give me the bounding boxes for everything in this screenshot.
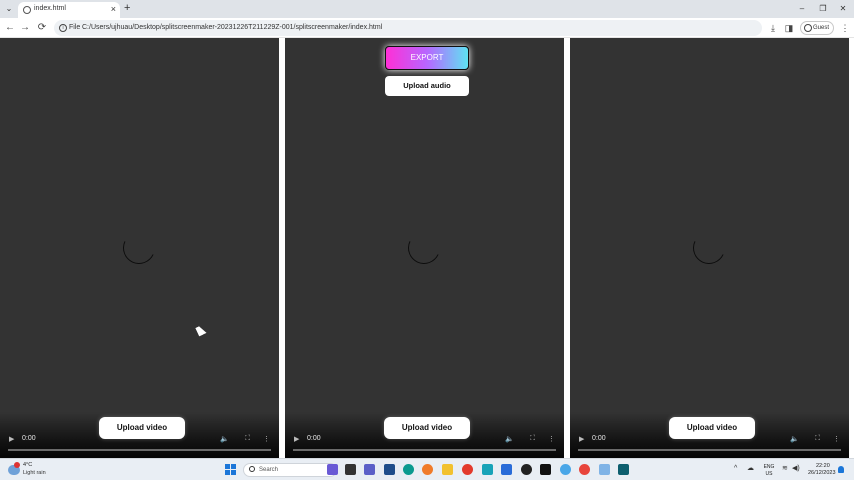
guest-label: Guest [813, 25, 830, 31]
browser-tab-bar: ⌄ index.html × + – ❐ ✕ [0, 0, 854, 18]
video-time: 0:00 [592, 435, 606, 442]
browser-menu-icon[interactable]: ⋮ [838, 21, 852, 35]
video-progress-bar[interactable] [8, 449, 271, 451]
upload-video-button[interactable]: Upload video [669, 417, 755, 439]
guest-profile-button[interactable]: Guest [800, 21, 834, 35]
copilot-icon[interactable] [327, 464, 338, 475]
more-options-icon[interactable]: ⋮ [263, 435, 270, 443]
video-time: 0:00 [307, 435, 321, 442]
app-dark-icon[interactable] [521, 464, 532, 475]
restore-button[interactable]: ❐ [815, 3, 831, 14]
fullscreen-icon[interactable]: ⛶ [530, 435, 535, 443]
video-time: 0:00 [22, 435, 36, 442]
upload-audio-button[interactable]: Upload audio [385, 76, 469, 96]
upload-video-button[interactable]: Upload video [99, 417, 185, 439]
video-progress-bar[interactable] [578, 449, 841, 451]
weather-temperature[interactable]: 4°C [23, 462, 32, 468]
browser-toolbar: ← → ⟳ i File C:/Users/ujhuau/Desktop/spl… [0, 18, 854, 38]
wifi-icon[interactable]: ≋ [782, 465, 788, 473]
video-panel-1: ▶ 0:00 🔈 ⛶ ⋮ Upload video [0, 38, 279, 458]
play-icon[interactable]: ▶ [294, 435, 299, 443]
app-globe-icon[interactable] [560, 464, 571, 475]
terminal-icon[interactable] [540, 464, 551, 475]
loading-spinner-icon [118, 227, 160, 269]
close-window-button[interactable]: ✕ [835, 3, 851, 14]
more-options-icon[interactable]: ⋮ [833, 435, 840, 443]
windows-start-icon[interactable] [225, 464, 236, 475]
tab-index-html[interactable]: index.html × [18, 2, 120, 18]
side-panel-icon[interactable]: ◨ [782, 21, 796, 35]
file-chip[interactable]: File [69, 22, 80, 34]
upload-video-button[interactable]: Upload video [384, 417, 470, 439]
clock-time[interactable]: 22:20 [816, 463, 830, 469]
loading-spinner-icon [688, 227, 730, 269]
clock-date[interactable]: 26/12/2023 [808, 470, 836, 476]
play-icon[interactable]: ▶ [579, 435, 584, 443]
more-options-icon[interactable]: ⋮ [548, 435, 555, 443]
edge-icon[interactable] [403, 464, 414, 475]
chrome-icon[interactable] [579, 464, 590, 475]
profile-icon [804, 24, 812, 32]
video-panel-3: ▶ 0:00 🔈 ⛶ ⋮ Upload video [570, 38, 849, 458]
volume-icon[interactable]: 🔈 [790, 435, 799, 443]
notification-bell-icon[interactable] [838, 466, 844, 473]
app-chart-icon[interactable] [599, 464, 610, 475]
video-progress-bar[interactable] [293, 449, 556, 451]
file-explorer-icon[interactable] [345, 464, 356, 475]
app-red-icon[interactable] [462, 464, 473, 475]
folder-icon[interactable] [442, 464, 453, 475]
download-icon[interactable]: ⤓ [766, 21, 780, 35]
play-icon[interactable]: ▶ [9, 435, 14, 443]
volume-icon[interactable]: 🔈 [220, 435, 229, 443]
taskbar-search[interactable]: Search [243, 463, 337, 477]
speaker-icon[interactable]: ◀) [792, 465, 800, 473]
weather-description[interactable]: Light rain [23, 470, 46, 476]
firefox-icon[interactable] [422, 464, 433, 475]
tab-search-dropdown[interactable]: ⌄ [3, 3, 15, 15]
language-top[interactable]: ENG [762, 464, 776, 470]
app-green-icon[interactable] [618, 464, 629, 475]
reload-button[interactable]: ⟳ [35, 21, 49, 35]
back-button[interactable]: ← [3, 21, 17, 35]
fullscreen-icon[interactable]: ⛶ [245, 435, 250, 443]
tab-close-icon[interactable]: × [111, 4, 116, 15]
cloud-sync-icon[interactable]: ☁ [747, 465, 754, 473]
export-button[interactable]: EXPORT [385, 46, 469, 70]
page-content: ▶ 0:00 🔈 ⛶ ⋮ Upload video ▶ 0:00 🔈 ⛶ ⋮ U… [0, 38, 854, 458]
site-info-icon[interactable]: i [59, 24, 67, 32]
windows-taskbar: 4°C Light rain Search ^ ☁ ENG US ≋ ◀) 22… [0, 458, 854, 480]
search-icon [249, 466, 255, 472]
address-bar[interactable]: i File C:/Users/ujhuau/Desktop/splitscre… [54, 20, 762, 36]
new-tab-button[interactable]: + [124, 2, 130, 15]
tab-title: index.html [34, 5, 66, 12]
forward-button[interactable]: → [18, 21, 32, 35]
video-panel-2: ▶ 0:00 🔈 ⛶ ⋮ Upload video [285, 38, 564, 458]
globe-icon [23, 6, 31, 14]
loading-spinner-icon [403, 227, 445, 269]
url-text[interactable]: C:/Users/ujhuau/Desktop/splitscreenmaker… [82, 22, 382, 34]
language-bottom[interactable]: US [762, 471, 776, 477]
minimize-button[interactable]: – [794, 3, 810, 14]
weather-alert-badge [14, 462, 20, 468]
tray-chevron-icon[interactable]: ^ [734, 465, 737, 473]
search-label: Search [259, 467, 279, 473]
fullscreen-icon[interactable]: ⛶ [815, 435, 820, 443]
volume-icon[interactable]: 🔈 [505, 435, 514, 443]
store-icon[interactable] [384, 464, 395, 475]
app-teal-icon[interactable] [482, 464, 493, 475]
app-blue-icon[interactable] [501, 464, 512, 475]
chat-icon[interactable] [364, 464, 375, 475]
